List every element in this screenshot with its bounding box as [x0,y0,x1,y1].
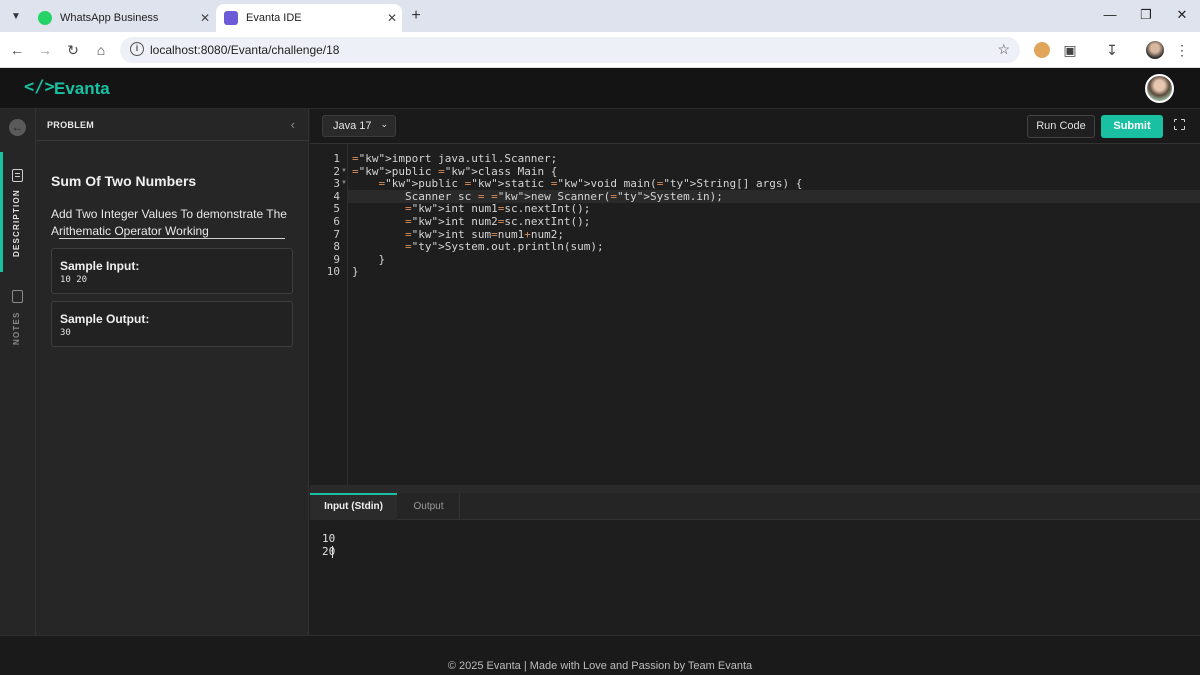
code-line[interactable]: Scanner sc = ="kw">new Scanner(="ty">Sys… [352,190,723,203]
new-tab-button[interactable]: + [406,6,426,26]
fold-arrow-icon[interactable]: ▼ [341,180,347,186]
evanta-favicon-icon [224,11,238,25]
rail-tab-description[interactable]: DESCRIPTION [12,189,21,257]
footer-text: © 2025 Evanta | Made with Love and Passi… [447,660,753,672]
side-rail: ← DESCRIPTION NOTES [0,109,36,635]
back-icon[interactable]: ← [5,38,29,62]
code-line[interactable]: ="kw">public ="kw">class Main { [352,165,557,178]
profile-avatar[interactable] [1146,41,1164,59]
editor-area: Java 17 ⌄ Run Code Submit 1 2 ▼ 3 ▼ 4 5 6 7 8 9 10 … [310,109,1200,635]
sample-input-box: Sample Input: 10 20 [51,248,293,294]
stdin-value: 10 20 [322,532,336,558]
browser-tab-title: Evanta IDE [246,12,302,24]
footer: © 2025 Evanta | Made with Love and Passi… [0,635,1200,675]
problem-panel: PROBLEM ‹ Sum Of Two Numbers Add Two Int… [36,109,309,635]
tab-input-stdin[interactable]: Input (Stdin) [310,493,397,520]
line-number: 1 [333,152,340,165]
browser-tab-evanta[interactable]: Evanta IDE ✕ [216,4,402,32]
tab-search-chevron-icon[interactable]: ▼ [6,6,26,26]
divider [59,238,285,239]
code-line[interactable]: ="ty">System.out.println(sum); [352,240,604,253]
close-window-icon[interactable]: ✕ [1164,4,1200,26]
code-line[interactable]: } [352,253,385,266]
minimize-icon[interactable]: — [1092,4,1128,26]
chevron-left-icon[interactable]: ‹ [291,117,295,132]
line-number-gutter: 1 2 ▼ 3 ▼ 4 5 6 7 8 9 10 [310,144,348,485]
stdin-input[interactable]: 10 20 [322,532,353,558]
problem-description: Add Two Integer Values To demonstrate Th… [51,207,287,238]
user-avatar[interactable] [1145,74,1174,103]
app-name[interactable]: Evanta [54,79,110,99]
close-tab-icon[interactable]: ✕ [195,11,215,25]
line-number: 6 [333,215,340,228]
io-tab-bar: Input (Stdin) Output [310,493,1200,520]
problem-title: Sum Of Two Numbers [51,173,197,189]
close-tab-icon[interactable]: ✕ [382,11,402,25]
download-icon[interactable]: ↧ [1100,38,1124,62]
code-line[interactable]: ="kw">int sum=num1+num2; [352,228,564,241]
line-number: 9 [333,252,340,266]
browser-toolbar: ← → ↻ ⌂ i localhost:8080/Evanta/challeng… [0,32,1200,68]
back-circle-icon[interactable]: ← [9,119,26,136]
text-caret [332,546,334,558]
browser-menu-icon[interactable]: ⋮ [1170,38,1194,62]
whatsapp-icon [38,11,52,25]
address-bar[interactable]: i localhost:8080/Evanta/challenge/18 ☆ [120,37,1020,63]
code-line[interactable]: ="kw">import java.util.Scanner; [352,152,557,165]
forward-icon[interactable]: → [33,38,57,62]
fullscreen-icon[interactable] [1172,117,1186,131]
language-value: Java 17 [333,120,372,132]
restore-icon[interactable]: ❐ [1128,4,1164,26]
sample-output-box: Sample Output: 30 [51,301,293,347]
rail-tab-notes[interactable]: NOTES [12,311,21,345]
line-number: 8 [333,240,340,254]
run-code-button[interactable]: Run Code [1027,115,1095,138]
browser-tab-whatsapp[interactable]: WhatsApp Business ✕ [30,4,215,32]
code-line[interactable]: ="kw">int num1=sc.nextInt(); [352,202,590,215]
document-icon[interactable] [12,169,23,182]
code-editor[interactable]: ="kw">import java.util.Scanner; ="kw">pub… [348,144,1200,485]
editor-toolbar: Java 17 ⌄ Run Code Submit [310,109,1200,144]
problem-panel-header: PROBLEM ‹ [36,109,309,141]
sample-input-label: Sample Input: [60,259,140,273]
code-line[interactable]: ="kw">int num2=sc.nextInt(); [352,215,590,228]
app-header: </> Evanta [0,68,1200,109]
bookmark-star-icon[interactable]: ☆ [997,41,1010,58]
sample-output-label: Sample Output: [60,312,150,326]
browser-tab-title: WhatsApp Business [60,12,159,24]
extensions-puzzle-icon[interactable]: ▣ [1058,38,1082,62]
tab-output[interactable]: Output [398,493,460,520]
line-number: 4 [333,189,340,203]
active-rail-indicator [0,152,3,272]
sample-output-value: 30 [60,328,71,338]
home-icon[interactable]: ⌂ [89,38,113,62]
browser-tab-strip: ▼ WhatsApp Business ✕ Evanta IDE ✕ + — ❐… [0,0,1200,32]
url-text: localhost:8080/Evanta/challenge/18 [150,43,340,57]
code-line[interactable]: } [352,265,359,278]
line-number: 7 [333,227,340,241]
fold-arrow-icon[interactable]: ▼ [341,168,347,174]
line-number: 2 [333,164,340,178]
reload-icon[interactable]: ↻ [61,38,85,62]
line-number: 5 [333,202,340,216]
submit-button[interactable]: Submit [1101,115,1163,138]
resize-handle[interactable] [310,485,1200,493]
code-logo-icon: </> [24,77,55,97]
language-select[interactable]: Java 17 ⌄ [322,115,396,137]
chevron-down-icon: ⌄ [380,119,388,129]
line-number: 3 [333,177,340,191]
sample-input-value: 10 20 [60,275,88,285]
panel-title: PROBLEM [47,120,95,130]
code-line[interactable]: ="kw">public ="kw">static ="kw">void mai… [352,177,803,190]
notes-icon[interactable] [12,290,23,303]
line-number: 10 [326,265,340,279]
site-info-icon[interactable]: i [130,42,144,56]
extension-face-icon[interactable] [1034,42,1050,58]
